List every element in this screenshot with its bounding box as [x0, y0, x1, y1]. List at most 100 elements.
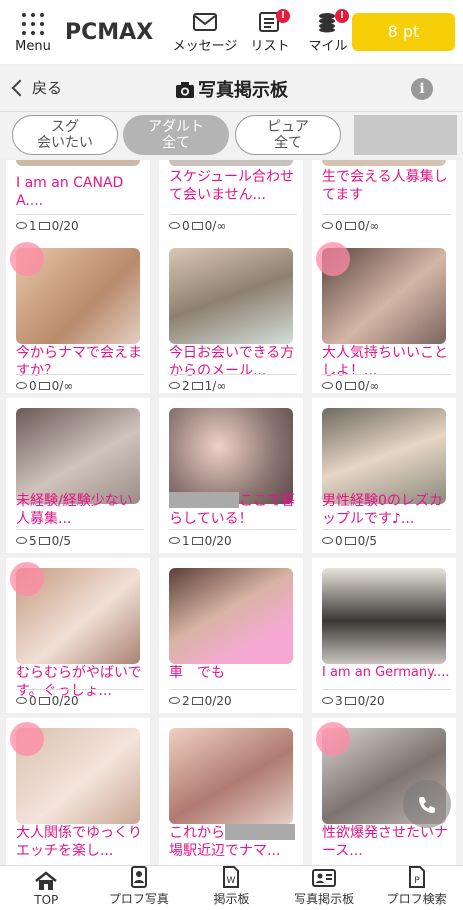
- new-badge-icon: [316, 722, 350, 756]
- filter-adult[interactable]: アダルト 全て: [123, 115, 229, 155]
- post-mails: 0/20: [51, 219, 79, 233]
- call-fab[interactable]: [403, 780, 451, 828]
- new-badge-icon: [316, 242, 350, 276]
- bottom-nav-board[interactable]: W 掲示板: [185, 866, 278, 910]
- filter-pure[interactable]: ピュア 全て: [235, 115, 341, 155]
- post-photo: [322, 568, 446, 664]
- post-card[interactable]: ここで暮らしている！ 1 0/20: [159, 398, 303, 553]
- menu-button[interactable]: Menu: [3, 11, 63, 54]
- mail-icon: [38, 537, 50, 545]
- post-mails: 0/20: [204, 694, 232, 708]
- nav-message-label: メッセージ: [172, 38, 238, 54]
- post-meta: 0 0/∞: [322, 214, 450, 233]
- eye-icon: [322, 222, 333, 229]
- post-card[interactable]: 大人気持ちいいことしよ！... 0 0/∞: [312, 238, 456, 393]
- nav-list[interactable]: ! リスト: [242, 8, 298, 54]
- post-photo: [16, 408, 140, 504]
- post-card[interactable]: 今からナマで会えますか？ 0 0/∞: [6, 238, 150, 393]
- post-card[interactable]: スケジュール合わせて会いません... 0 0/∞: [159, 160, 303, 238]
- svg-text:W: W: [227, 876, 236, 886]
- mail-icon: [38, 222, 50, 230]
- post-text-body-2: 場駅近辺でナマ...: [169, 843, 281, 859]
- post-meta: 2 1/∞: [169, 374, 297, 393]
- post-photo: [169, 408, 293, 504]
- post-meta: 5 0/5: [16, 529, 144, 548]
- bottom-nav-top-label: TOP: [34, 893, 59, 907]
- filter-sugu-line1: スグ: [51, 119, 79, 135]
- bottom-nav-profile-photo[interactable]: プロフ写真: [93, 866, 186, 910]
- post-meta: 0 0/20: [16, 689, 144, 708]
- filter-adult-line1: アダルト: [148, 119, 204, 135]
- post-text: 生で会える人募集してます: [322, 169, 448, 203]
- post-card[interactable]: 生で会える人募集してます 0 0/∞: [312, 160, 456, 238]
- bottom-nav-photo-board[interactable]: 写真掲示板: [278, 866, 371, 910]
- filter-bar: スグ 会いたい アダルト 全て ピュア 全て: [0, 112, 463, 158]
- post-mails: 0/5: [357, 534, 377, 548]
- points-button[interactable]: 8 pt: [352, 13, 455, 51]
- eye-icon: [169, 382, 180, 389]
- post-text: I am an CANADA....: [16, 175, 124, 209]
- post-card[interactable]: 大人関係でゆっくりエッチを楽し...: [6, 718, 150, 865]
- bottom-nav-profile-search[interactable]: P プロフ検索: [370, 866, 463, 910]
- post-mails: 0/20: [357, 694, 385, 708]
- eye-icon: [169, 697, 180, 704]
- mail-icon: [191, 382, 203, 390]
- info-icon[interactable]: i: [411, 78, 433, 100]
- masked-text: [225, 824, 295, 840]
- new-badge-icon: [10, 242, 44, 276]
- eye-icon: [16, 382, 27, 389]
- post-card[interactable]: これから 場駅近辺でナマ...: [159, 718, 303, 865]
- filter-sugu-line2: 会いたい: [37, 135, 93, 151]
- svg-text:P: P: [414, 876, 420, 886]
- envelope-icon: [193, 12, 217, 31]
- eye-icon: [322, 537, 333, 544]
- nav-mile[interactable]: ! マイル: [298, 8, 358, 54]
- mile-alert-badge: !: [335, 8, 349, 23]
- new-badge-icon: [10, 562, 44, 596]
- title-bar: 戻る 写真掲示板 i: [0, 66, 463, 112]
- page-title-text: 写真掲示板: [198, 80, 288, 101]
- post-views: 0: [29, 694, 37, 708]
- eye-icon: [322, 382, 333, 389]
- menu-label: Menu: [15, 38, 51, 54]
- post-mails: 0/∞: [357, 379, 380, 393]
- post-text: I am an Germany....: [322, 665, 450, 680]
- post-views: 2: [182, 379, 190, 393]
- pcmax-logo[interactable]: PCMAX: [65, 20, 163, 45]
- bottom-nav-top[interactable]: TOP: [0, 866, 93, 910]
- post-mails: 0/∞: [204, 219, 227, 233]
- mail-icon: [191, 222, 203, 230]
- bottom-nav-photo-board-label: 写真掲示板: [294, 892, 355, 906]
- post-photo: [169, 728, 293, 824]
- post-meta: 2 0/20: [169, 689, 297, 708]
- post-meta: 0 0/5: [322, 529, 450, 548]
- profile-photo-icon: [130, 866, 147, 888]
- mail-icon: [191, 537, 203, 545]
- post-card[interactable]: 今日お会いできる方からのメール... 2 1/∞: [159, 238, 303, 393]
- post-card[interactable]: 車 でも 2 0/20: [159, 558, 303, 713]
- post-card[interactable]: むらむらがやばいです。ぐっしょ... 0 0/20: [6, 558, 150, 713]
- post-card[interactable]: 未経験/経験少ない人募集... 5 0/5: [6, 398, 150, 553]
- post-card[interactable]: I am an CANADA.... 1 0/20: [6, 160, 150, 238]
- mail-icon: [344, 222, 356, 230]
- nav-message[interactable]: メッセージ: [168, 11, 242, 54]
- filter-sugu[interactable]: スグ 会いたい: [12, 115, 118, 155]
- filter-hidden[interactable]: [354, 115, 457, 155]
- post-card[interactable]: I am an Germany.... 3 0/20: [312, 558, 456, 713]
- page-title: 写真掲示板: [0, 76, 463, 102]
- post-mails: 0/∞: [357, 219, 380, 233]
- post-views: 0: [29, 379, 37, 393]
- eye-icon: [16, 222, 27, 229]
- eye-icon: [322, 697, 333, 704]
- post-card[interactable]: 男性経験0のレズカップルです♪... 0 0/5: [312, 398, 456, 553]
- post-views: 5: [29, 534, 37, 548]
- post-grid: I am an CANADA.... 1 0/20 スケジュール合わせて会いません…: [0, 160, 463, 865]
- post-meta: 0 0/∞: [169, 214, 297, 233]
- camera-icon: [176, 82, 194, 98]
- post-photo: [16, 160, 140, 166]
- post-mails: 0/20: [204, 534, 232, 548]
- eye-icon: [16, 697, 27, 704]
- bottom-nav-board-label: 掲示板: [213, 892, 250, 906]
- mail-icon: [38, 697, 50, 705]
- bottom-nav: TOP プロフ写真 W 掲示板 写真掲示板 P プロフ検索: [0, 865, 463, 910]
